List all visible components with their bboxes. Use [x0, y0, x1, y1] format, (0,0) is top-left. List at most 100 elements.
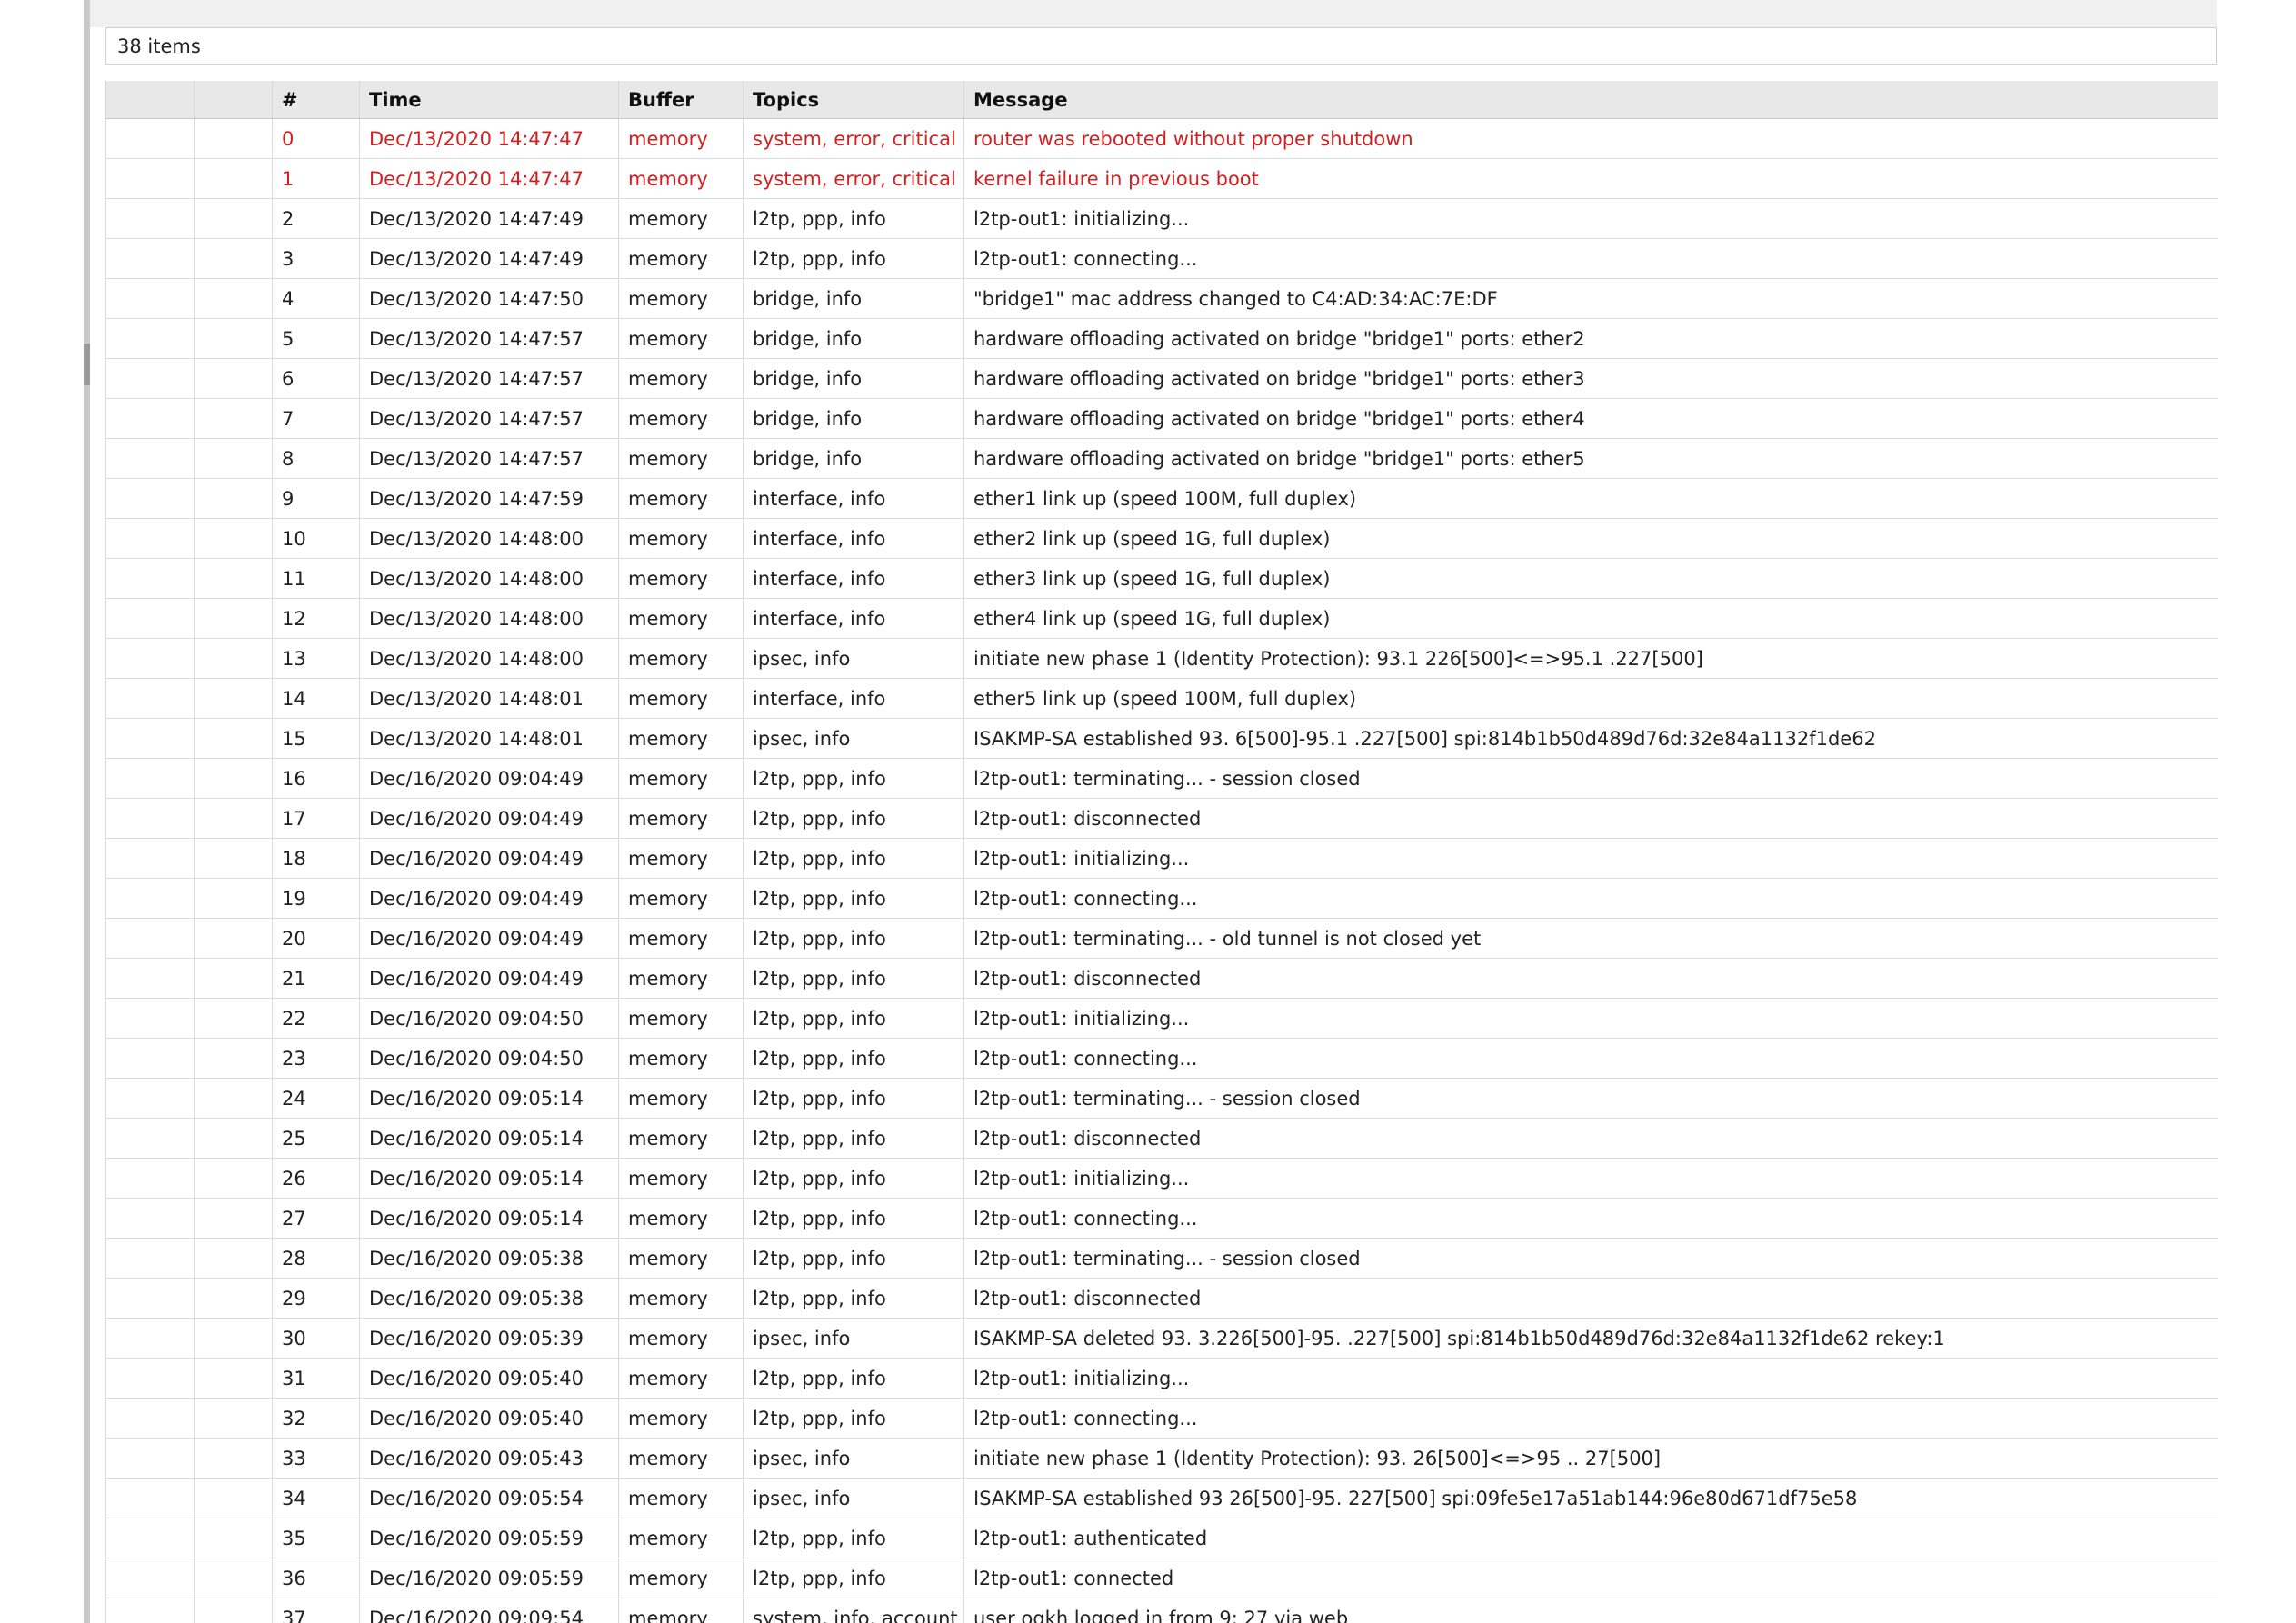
cell-topics: l2tp, ppp, info	[743, 958, 964, 999]
cell-flags	[194, 1558, 273, 1598]
cell-time: Dec/13/2020 14:47:57	[359, 438, 619, 479]
cell-buffer: memory	[618, 558, 744, 599]
cell-message: l2tp-out1: initializing...	[963, 838, 2218, 879]
cell-select	[105, 1358, 195, 1399]
column-header-time[interactable]: Time	[359, 81, 619, 119]
cell-number: 20	[272, 918, 360, 959]
cell-time: Dec/16/2020 09:04:50	[359, 998, 619, 1039]
cell-buffer: memory	[618, 1398, 744, 1439]
cell-message: hardware offloading activated on bridge …	[963, 358, 2218, 399]
cell-flags	[194, 278, 273, 319]
table-row[interactable]: 17 Dec/16/2020 09:04:49 memory l2tp, ppp, i…	[105, 798, 2218, 839]
table-row[interactable]: 10 Dec/13/2020 14:48:00 memory interface, i…	[105, 518, 2218, 559]
cell-number: 28	[272, 1238, 360, 1279]
cell-message: l2tp-out1: disconnected	[963, 798, 2218, 839]
cell-flags	[194, 958, 273, 999]
cell-message: ether3 link up (speed 1G, full duplex)	[963, 558, 2218, 599]
table-row[interactable]: 19 Dec/16/2020 09:04:49 memory l2tp, ppp, i…	[105, 878, 2218, 919]
column-header-buffer[interactable]: Buffer	[618, 81, 744, 119]
cell-topics: l2tp, ppp, info	[743, 1278, 964, 1319]
cell-buffer: memory	[618, 1478, 744, 1518]
table-row[interactable]: 30 Dec/16/2020 09:05:39 memory ipsec, info I…	[105, 1318, 2218, 1359]
table-row[interactable]: 24 Dec/16/2020 09:05:14 memory l2tp, ppp, i…	[105, 1078, 2218, 1119]
cell-topics: l2tp, ppp, info	[743, 198, 964, 239]
cell-time: Dec/16/2020 09:04:50	[359, 1038, 619, 1079]
cell-time: Dec/13/2020 14:47:47	[359, 118, 619, 159]
cell-time: Dec/16/2020 09:05:54	[359, 1478, 619, 1518]
cell-topics: l2tp, ppp, info	[743, 1238, 964, 1279]
table-row[interactable]: 8 Dec/13/2020 14:47:57 memory bridge, info h…	[105, 438, 2218, 479]
table-row[interactable]: 35 Dec/16/2020 09:05:59 memory l2tp, ppp, i…	[105, 1518, 2218, 1558]
cell-topics: l2tp, ppp, info	[743, 838, 964, 879]
cell-time: Dec/13/2020 14:48:01	[359, 718, 619, 759]
column-header-flags[interactable]	[194, 81, 273, 119]
table-row[interactable]: 7 Dec/13/2020 14:47:57 memory bridge, info h…	[105, 398, 2218, 439]
table-row[interactable]: 4 Dec/13/2020 14:47:50 memory bridge, info "…	[105, 278, 2218, 319]
cell-time: Dec/16/2020 09:04:49	[359, 958, 619, 999]
cell-buffer: memory	[618, 798, 744, 839]
table-row[interactable]: 2 Dec/13/2020 14:47:49 memory l2tp, ppp, in…	[105, 198, 2218, 239]
cell-message: l2tp-out1: initializing...	[963, 998, 2218, 1039]
cell-time: Dec/16/2020 09:04:49	[359, 878, 619, 919]
cell-select	[105, 478, 195, 519]
cell-time: Dec/16/2020 09:05:14	[359, 1158, 619, 1199]
table-row[interactable]: 14 Dec/13/2020 14:48:01 memory interface, i…	[105, 678, 2218, 719]
table-row[interactable]: 22 Dec/16/2020 09:04:50 memory l2tp, ppp, i…	[105, 998, 2218, 1039]
table-row[interactable]: 25 Dec/16/2020 09:05:14 memory l2tp, ppp, i…	[105, 1118, 2218, 1159]
table-row[interactable]: 36 Dec/16/2020 09:05:59 memory l2tp, ppp, i…	[105, 1558, 2218, 1598]
cell-time: Dec/16/2020 09:05:59	[359, 1518, 619, 1558]
cell-topics: ipsec, info	[743, 1478, 964, 1518]
splitter-grip[interactable]	[84, 344, 90, 385]
table-row[interactable]: 20 Dec/16/2020 09:04:49 memory l2tp, ppp, i…	[105, 918, 2218, 959]
cell-number: 3	[272, 238, 360, 279]
table-row[interactable]: 11 Dec/13/2020 14:48:00 memory interface, i…	[105, 558, 2218, 599]
cell-flags	[194, 1118, 273, 1159]
table-row[interactable]: 34 Dec/16/2020 09:05:54 memory ipsec, info I…	[105, 1478, 2218, 1518]
cell-flags	[194, 1078, 273, 1119]
column-header-topics[interactable]: Topics	[743, 81, 964, 119]
cell-time: Dec/13/2020 14:47:50	[359, 278, 619, 319]
table-row[interactable]: 5 Dec/13/2020 14:47:57 memory bridge, info h…	[105, 318, 2218, 359]
table-row[interactable]: 9 Dec/13/2020 14:47:59 memory interface, in…	[105, 478, 2218, 519]
cell-topics: interface, info	[743, 678, 964, 719]
table-row[interactable]: 3 Dec/13/2020 14:47:49 memory l2tp, ppp, in…	[105, 238, 2218, 279]
table-row[interactable]: 15 Dec/13/2020 14:48:01 memory ipsec, info I…	[105, 718, 2218, 759]
cell-number: 13	[272, 638, 360, 679]
table-row[interactable]: 0 Dec/13/2020 14:47:47 memory system, error…	[105, 118, 2218, 159]
cell-message: l2tp-out1: initializing...	[963, 1158, 2218, 1199]
cell-message: ether2 link up (speed 1G, full duplex)	[963, 518, 2218, 559]
cell-topics: l2tp, ppp, info	[743, 1358, 964, 1399]
table-row[interactable]: 37 Dec/16/2020 09:09:54 memory system, info…	[105, 1598, 2218, 1623]
table-row[interactable]: 27 Dec/16/2020 09:05:14 memory l2tp, ppp, i…	[105, 1198, 2218, 1239]
table-row[interactable]: 13 Dec/13/2020 14:48:00 memory ipsec, info i…	[105, 638, 2218, 679]
table-row[interactable]: 16 Dec/16/2020 09:04:49 memory l2tp, ppp, i…	[105, 758, 2218, 799]
table-row[interactable]: 6 Dec/13/2020 14:47:57 memory bridge, info h…	[105, 358, 2218, 399]
cell-flags	[194, 1598, 273, 1623]
cell-select	[105, 518, 195, 559]
cell-buffer: memory	[618, 958, 744, 999]
cell-select	[105, 638, 195, 679]
column-header-number[interactable]: #	[272, 81, 360, 119]
table-row[interactable]: 32 Dec/16/2020 09:05:40 memory l2tp, ppp, i…	[105, 1398, 2218, 1439]
table-row[interactable]: 1 Dec/13/2020 14:47:47 memory system, error…	[105, 158, 2218, 199]
cell-message: l2tp-out1: authenticated	[963, 1518, 2218, 1558]
cell-message: router was rebooted without proper shutd…	[963, 118, 2218, 159]
table-row[interactable]: 29 Dec/16/2020 09:05:38 memory l2tp, ppp, i…	[105, 1278, 2218, 1319]
table-row[interactable]: 23 Dec/16/2020 09:04:50 memory l2tp, ppp, i…	[105, 1038, 2218, 1079]
table-row[interactable]: 26 Dec/16/2020 09:05:14 memory l2tp, ppp, i…	[105, 1158, 2218, 1199]
table-row[interactable]: 12 Dec/13/2020 14:48:00 memory interface, i…	[105, 598, 2218, 639]
table-row[interactable]: 31 Dec/16/2020 09:05:40 memory l2tp, ppp, i…	[105, 1358, 2218, 1399]
cell-topics: l2tp, ppp, info	[743, 878, 964, 919]
table-row[interactable]: 33 Dec/16/2020 09:05:43 memory ipsec, info i…	[105, 1438, 2218, 1479]
cell-select	[105, 438, 195, 479]
table-row[interactable]: 18 Dec/16/2020 09:04:49 memory l2tp, ppp, i…	[105, 838, 2218, 879]
cell-buffer: memory	[618, 878, 744, 919]
cell-flags	[194, 558, 273, 599]
left-splitter[interactable]	[84, 0, 90, 1623]
cell-buffer: memory	[618, 118, 744, 159]
column-header-select[interactable]	[105, 81, 195, 119]
cell-buffer: memory	[618, 398, 744, 439]
column-header-message[interactable]: Message	[963, 81, 2218, 119]
table-row[interactable]: 21 Dec/16/2020 09:04:49 memory l2tp, ppp, i…	[105, 958, 2218, 999]
table-row[interactable]: 28 Dec/16/2020 09:05:38 memory l2tp, ppp, i…	[105, 1238, 2218, 1279]
